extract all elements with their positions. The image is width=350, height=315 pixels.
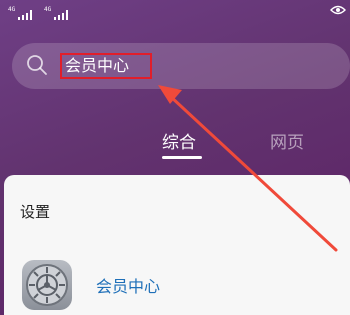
- settings-gear-icon[interactable]: [22, 260, 72, 310]
- signal-label-2: 4G: [44, 6, 52, 13]
- signal-bars-1: [18, 10, 36, 20]
- signal-label-1: 4G: [8, 6, 16, 13]
- tab-web[interactable]: 网页: [270, 128, 304, 153]
- results-panel: 设置 会员中心: [4, 175, 350, 315]
- section-title: 设置: [20, 203, 51, 221]
- cell-signal-1: 4G: [8, 6, 38, 20]
- status-bar: 4G 4G: [0, 0, 350, 26]
- cell-signal-2: 4G: [44, 6, 74, 20]
- tab-comprehensive[interactable]: 综合: [162, 128, 196, 153]
- search-bar[interactable]: 会员中心: [12, 43, 350, 89]
- signal-bars-2: [54, 10, 72, 20]
- search-icon[interactable]: [26, 54, 48, 76]
- active-tab-indicator: [162, 156, 202, 159]
- search-input[interactable]: 会员中心: [60, 53, 152, 79]
- eye-icon: [330, 5, 346, 15]
- result-item-label[interactable]: 会员中心: [96, 273, 160, 297]
- search-tabs: 综合 网页: [0, 124, 350, 164]
